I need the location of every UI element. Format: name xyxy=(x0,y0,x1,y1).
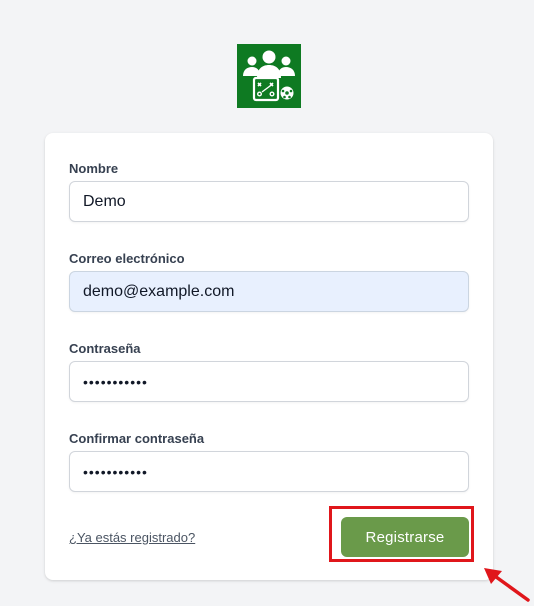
confirm-password-label: Confirmar contraseña xyxy=(69,431,205,446)
confirm-password-field[interactable] xyxy=(69,451,469,492)
email-label: Correo electrónico xyxy=(69,251,185,266)
name-label: Nombre xyxy=(69,161,119,176)
arrow-pointer-icon xyxy=(484,568,530,602)
email-field[interactable] xyxy=(69,271,469,312)
highlight-box xyxy=(329,506,474,562)
app-logo xyxy=(237,44,301,108)
name-field[interactable] xyxy=(69,181,469,222)
already-registered-link[interactable]: ¿Ya estás registrado? xyxy=(69,530,195,546)
password-field[interactable] xyxy=(69,361,469,402)
password-label: Contraseña xyxy=(69,341,141,356)
team-strategy-icon xyxy=(243,50,295,102)
